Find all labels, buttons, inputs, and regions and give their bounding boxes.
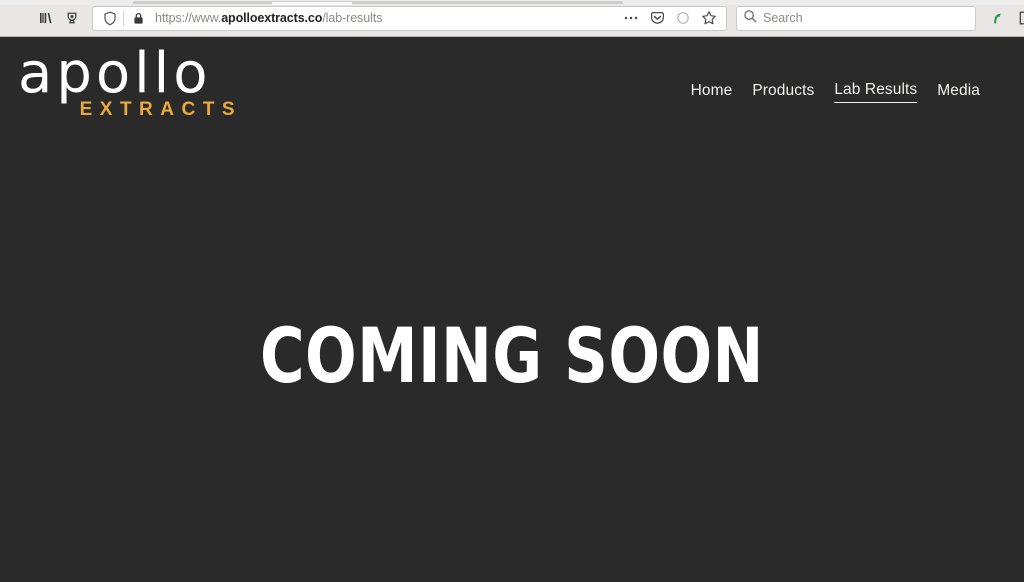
- reader-mode-icon[interactable]: [671, 7, 695, 29]
- nav-item-home[interactable]: Home: [691, 82, 733, 103]
- hero-heading: COMING SOON: [260, 310, 764, 400]
- pocket-icon[interactable]: [645, 7, 669, 29]
- lock-icon[interactable]: [126, 7, 150, 29]
- url-text[interactable]: https://www.apolloextracts.co/lab-result…: [155, 11, 615, 25]
- url-host: apolloextracts.co: [221, 11, 323, 25]
- bookmark-star-icon[interactable]: [697, 7, 721, 29]
- site-header: apollo EXTRACTS Home Products Lab Result…: [0, 37, 1024, 137]
- save-to-pocket-icon[interactable]: [59, 5, 85, 31]
- shield-icon[interactable]: [98, 7, 122, 29]
- url-divider: [123, 10, 124, 26]
- page-content: apollo EXTRACTS Home Products Lab Result…: [0, 37, 1024, 582]
- search-icon: [743, 9, 757, 28]
- logo-wordmark: apollo: [18, 41, 212, 106]
- reading-list-icon[interactable]: [1013, 5, 1024, 31]
- nav-item-products[interactable]: Products: [752, 82, 814, 103]
- hero-section: COMING SOON: [0, 137, 1024, 582]
- url-bar-actions: [619, 7, 721, 29]
- site-logo[interactable]: apollo EXTRACTS: [14, 45, 244, 121]
- url-path: /lab-results: [322, 11, 383, 25]
- page-actions-ellipsis-icon[interactable]: [619, 7, 643, 29]
- nav-item-lab-results[interactable]: Lab Results: [834, 81, 918, 103]
- main-navigation: Home Products Lab Results Media: [691, 81, 980, 103]
- extension-green-arrow-icon[interactable]: [984, 5, 1010, 31]
- url-bar[interactable]: https://www.apolloextracts.co/lab-result…: [92, 5, 727, 31]
- chrome-right-icons: [984, 5, 1024, 31]
- url-prefix: https://www.: [155, 11, 222, 25]
- browser-chrome: https://www.apolloextracts.co/lab-result…: [0, 0, 1024, 37]
- search-input[interactable]: [763, 11, 969, 25]
- search-bar[interactable]: [736, 5, 976, 31]
- nav-item-media[interactable]: Media: [937, 82, 980, 103]
- library-icon[interactable]: [33, 5, 59, 31]
